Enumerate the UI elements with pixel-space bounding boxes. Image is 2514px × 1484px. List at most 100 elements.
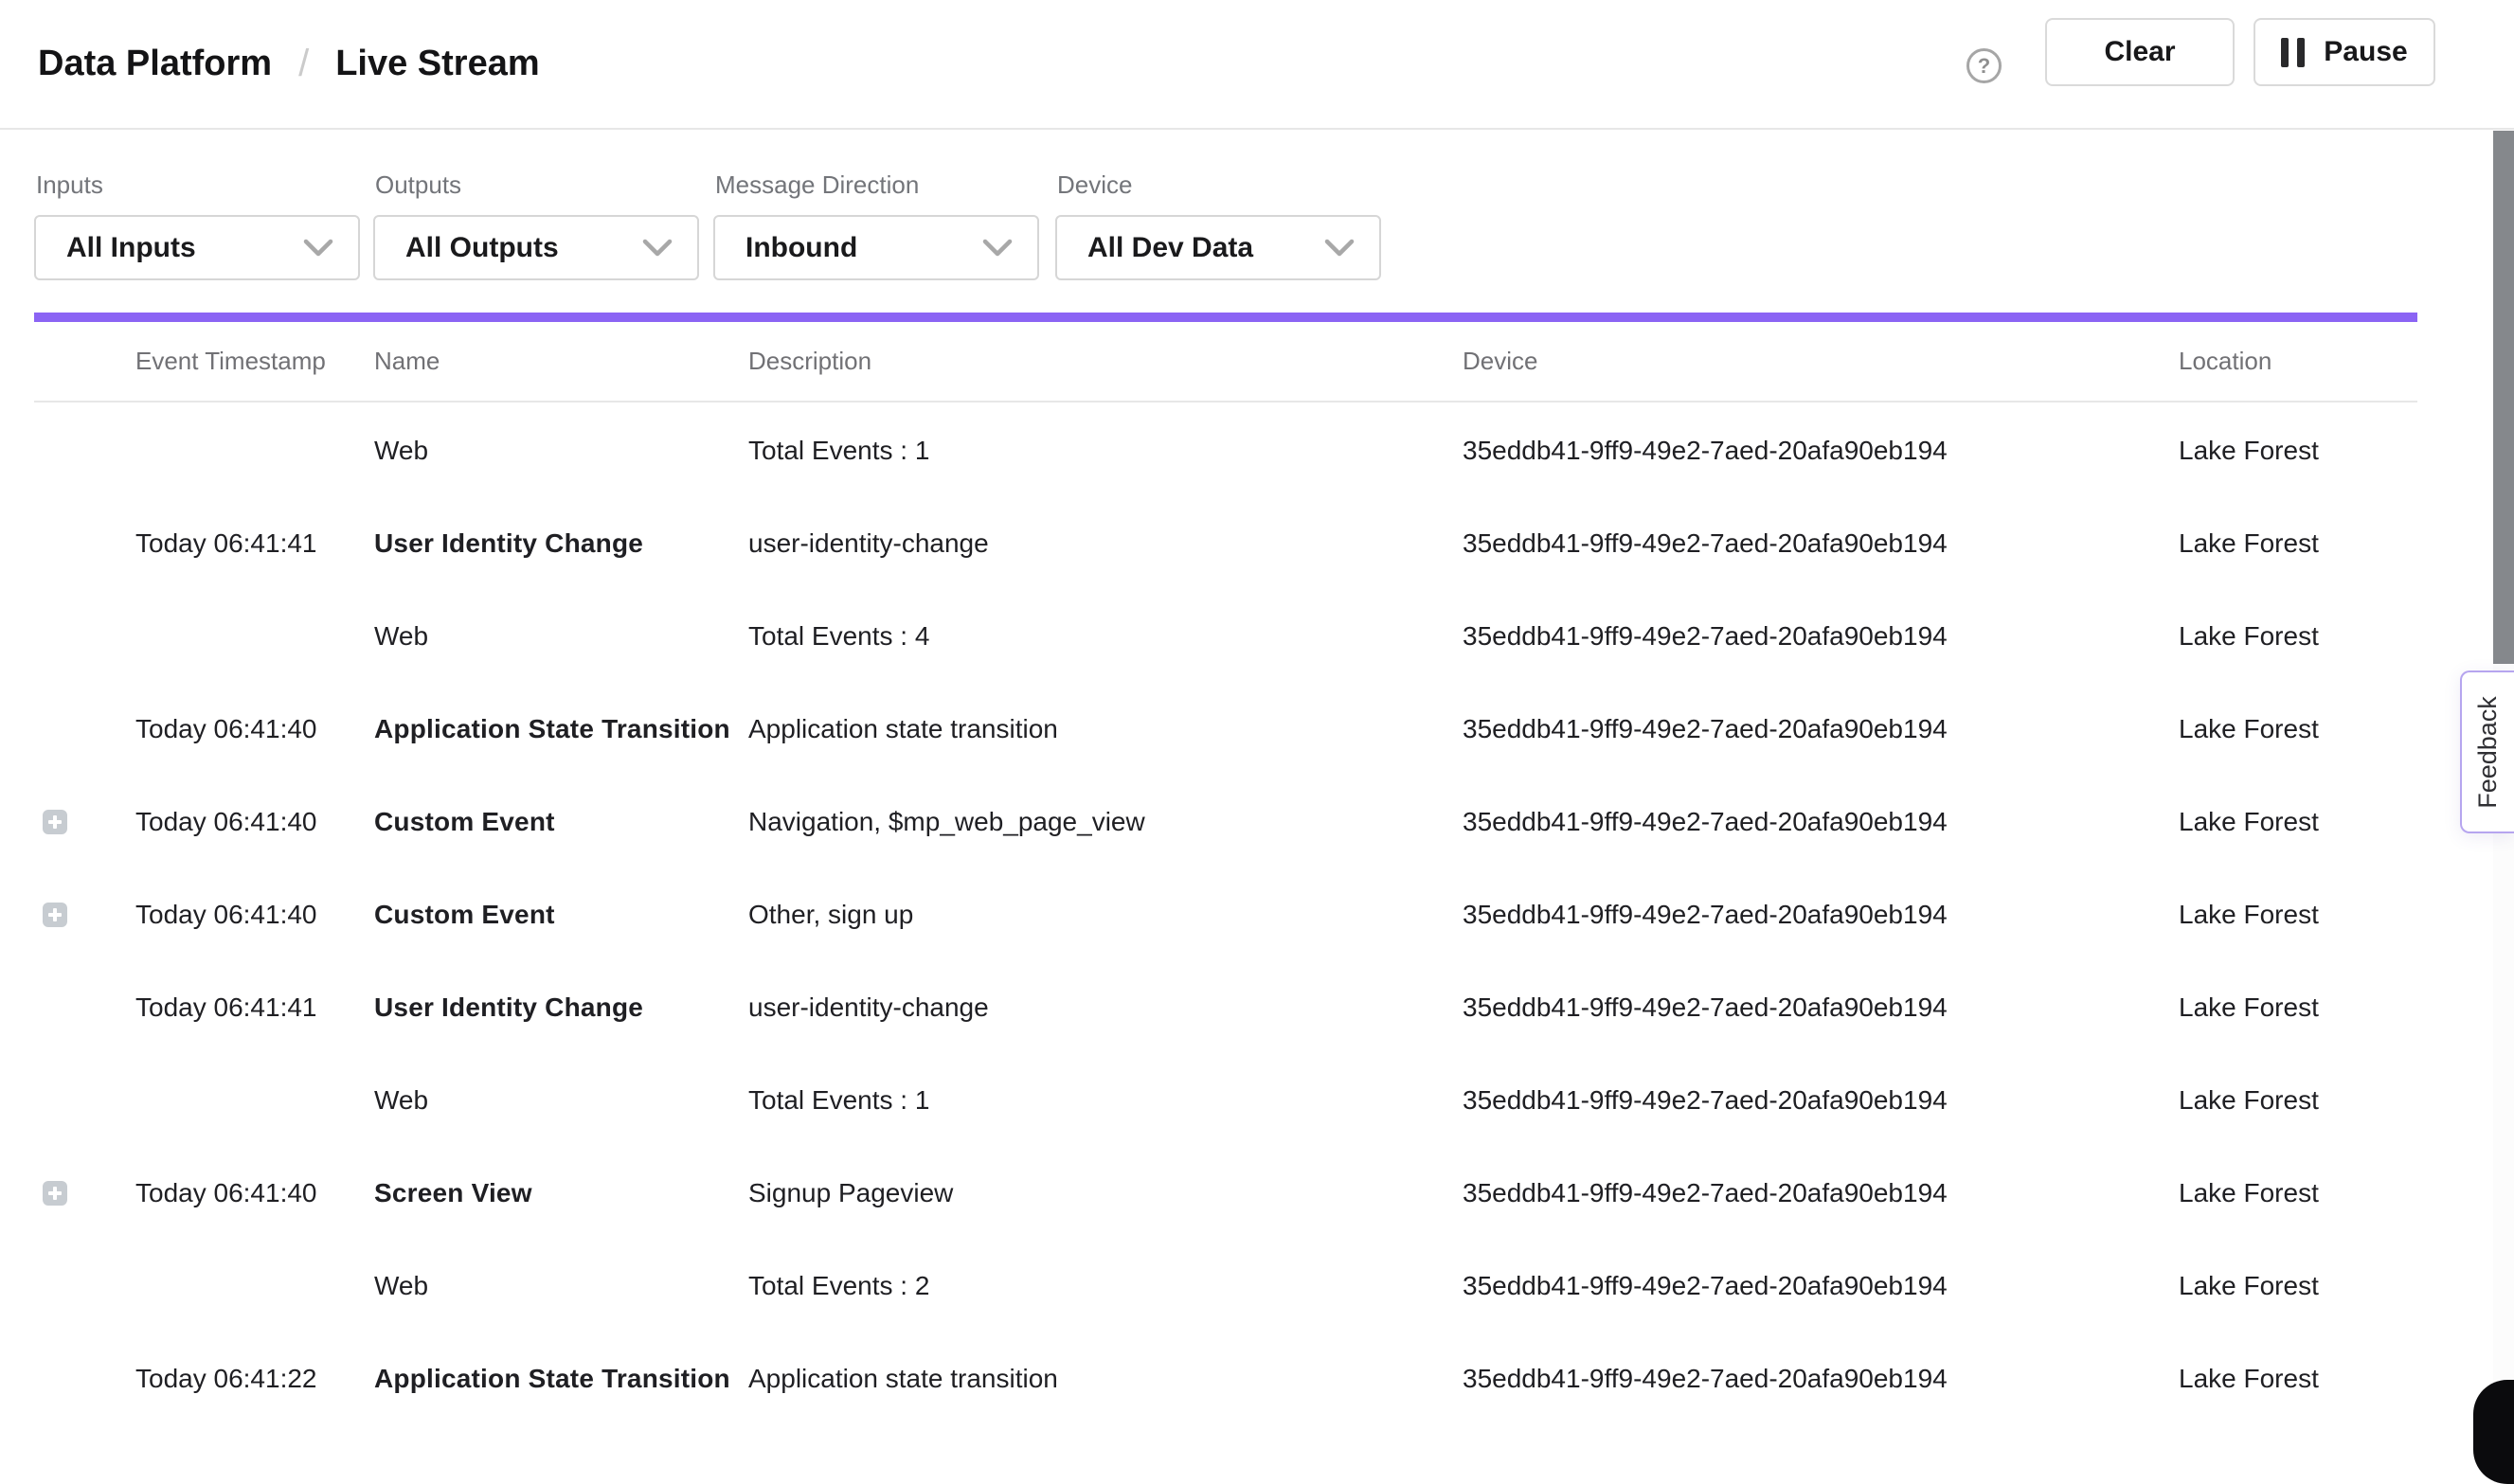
- filter-outputs-value: All Outputs: [405, 232, 642, 264]
- filter-inputs-value: All Inputs: [66, 232, 303, 264]
- cell-device-id: 35eddb41-9ff9-49e2-7aed-20afa90eb194: [1463, 621, 1948, 652]
- filter-message-direction-label: Message Direction: [715, 170, 1039, 200]
- table-row: Today 06:41:40 Screen View Signup Pagevi…: [0, 1147, 2514, 1240]
- filter-device-label: Device: [1057, 170, 1381, 200]
- expand-row-button[interactable]: [43, 1181, 67, 1206]
- filter-device-select[interactable]: All Dev Data: [1055, 215, 1381, 280]
- cell-location: Lake Forest: [2179, 1364, 2319, 1394]
- pause-button-label: Pause: [2324, 36, 2407, 68]
- filter-message-direction: Message Direction Inbound: [713, 170, 1039, 280]
- chevron-down-icon: [1324, 239, 1355, 258]
- breadcrumb-item-live-stream: Live Stream: [335, 44, 539, 84]
- table-row: Today 06:41:40 Application State Transit…: [0, 683, 2514, 776]
- cell-location: Lake Forest: [2179, 436, 2319, 466]
- cell-event-name: Application State Transition: [374, 1364, 730, 1394]
- cell-description: Application state transition: [748, 714, 1058, 744]
- expand-row-button[interactable]: [43, 810, 67, 834]
- cell-device-id: 35eddb41-9ff9-49e2-7aed-20afa90eb194: [1463, 436, 1948, 466]
- cell-location: Lake Forest: [2179, 1178, 2319, 1208]
- cell-event-name: Web: [374, 1271, 428, 1301]
- table-row: Web Total Events : 4 35eddb41-9ff9-49e2-…: [0, 590, 2514, 683]
- breadcrumb-item-data-platform[interactable]: Data Platform: [38, 44, 272, 84]
- breadcrumb-separator: /: [298, 43, 309, 85]
- cell-location: Lake Forest: [2179, 807, 2319, 837]
- cell-event-timestamp: Today 06:41:40: [135, 900, 317, 930]
- filter-message-direction-value: Inbound: [745, 232, 982, 264]
- table-row: Today 06:41:40 Custom Event Navigation, …: [0, 776, 2514, 868]
- cell-event-name: Screen View: [374, 1178, 532, 1208]
- cell-event-name: Custom Event: [374, 900, 555, 930]
- cell-location: Lake Forest: [2179, 1271, 2319, 1301]
- cell-event-timestamp: Today 06:41:22: [135, 1364, 317, 1394]
- question-mark-icon: ?: [1978, 54, 1990, 79]
- cell-event-name: User Identity Change: [374, 528, 643, 559]
- table-row: Today 06:41:41 User Identity Change user…: [0, 961, 2514, 1054]
- cell-event-timestamp: Today 06:41:41: [135, 992, 317, 1023]
- cell-event-timestamp: Today 06:41:40: [135, 807, 317, 837]
- table-row: Web Total Events : 1 35eddb41-9ff9-49e2-…: [0, 1054, 2514, 1147]
- cell-description: user-identity-change: [748, 992, 989, 1023]
- cell-device-id: 35eddb41-9ff9-49e2-7aed-20afa90eb194: [1463, 900, 1948, 930]
- column-header-location: Location: [2179, 346, 2272, 375]
- clear-button-label: Clear: [2104, 36, 2175, 68]
- page-header: Data Platform / Live Stream ? Clear Paus…: [0, 0, 2514, 130]
- cell-device-id: 35eddb41-9ff9-49e2-7aed-20afa90eb194: [1463, 1364, 1948, 1394]
- cell-device-id: 35eddb41-9ff9-49e2-7aed-20afa90eb194: [1463, 1271, 1948, 1301]
- filter-device-value: All Dev Data: [1087, 232, 1324, 264]
- cell-device-id: 35eddb41-9ff9-49e2-7aed-20afa90eb194: [1463, 1085, 1948, 1116]
- expand-row-button[interactable]: [43, 903, 67, 927]
- filter-message-direction-select[interactable]: Inbound: [713, 215, 1039, 280]
- filter-inputs-select[interactable]: All Inputs: [34, 215, 360, 280]
- chevron-down-icon: [303, 239, 333, 258]
- help-button[interactable]: ?: [1966, 48, 2002, 83]
- cell-event-timestamp: Today 06:41:40: [135, 1178, 317, 1208]
- cell-event-timestamp: Today 06:41:40: [135, 714, 317, 744]
- cell-event-name: Web: [374, 1085, 428, 1116]
- cell-location: Lake Forest: [2179, 528, 2319, 559]
- table-row: Today 06:41:22 Application State Transit…: [0, 1332, 2514, 1425]
- cell-description: Total Events : 1: [748, 436, 929, 466]
- cell-device-id: 35eddb41-9ff9-49e2-7aed-20afa90eb194: [1463, 714, 1948, 744]
- table-header-row: Event Timestamp Name Description Device …: [34, 322, 2417, 402]
- column-header-name: Name: [374, 346, 440, 375]
- breadcrumb: Data Platform / Live Stream: [38, 0, 540, 128]
- cell-device-id: 35eddb41-9ff9-49e2-7aed-20afa90eb194: [1463, 528, 1948, 559]
- cell-event-name: Web: [374, 436, 428, 466]
- cell-event-name: Web: [374, 621, 428, 652]
- table-row: Web Total Events : 2 35eddb41-9ff9-49e2-…: [0, 1240, 2514, 1332]
- cell-device-id: 35eddb41-9ff9-49e2-7aed-20afa90eb194: [1463, 807, 1948, 837]
- filter-outputs-label: Outputs: [375, 170, 699, 200]
- table-row: Today 06:41:40 Custom Event Other, sign …: [0, 868, 2514, 961]
- chat-launcher-icon[interactable]: [2473, 1380, 2514, 1484]
- filter-outputs: Outputs All Outputs: [373, 170, 699, 280]
- cell-description: user-identity-change: [748, 528, 989, 559]
- pause-button[interactable]: Pause: [2254, 18, 2435, 86]
- filter-outputs-select[interactable]: All Outputs: [373, 215, 699, 280]
- table-body: Web Total Events : 1 35eddb41-9ff9-49e2-…: [0, 404, 2514, 1425]
- column-header-device: Device: [1463, 346, 1537, 375]
- pause-icon: [2281, 38, 2305, 67]
- column-header-description: Description: [748, 346, 871, 375]
- cell-device-id: 35eddb41-9ff9-49e2-7aed-20afa90eb194: [1463, 1178, 1948, 1208]
- cell-location: Lake Forest: [2179, 714, 2319, 744]
- clear-button[interactable]: Clear: [2045, 18, 2235, 86]
- scrollbar-thumb[interactable]: [2493, 131, 2514, 664]
- cell-event-name: Application State Transition: [374, 714, 730, 744]
- cell-description: Total Events : 4: [748, 621, 929, 652]
- filter-device: Device All Dev Data: [1055, 170, 1381, 280]
- cell-description: Total Events : 2: [748, 1271, 929, 1301]
- feedback-tab[interactable]: Feedback: [2460, 670, 2514, 833]
- table-row: Web Total Events : 1 35eddb41-9ff9-49e2-…: [0, 404, 2514, 497]
- cell-location: Lake Forest: [2179, 992, 2319, 1023]
- cell-event-name: User Identity Change: [374, 992, 643, 1023]
- cell-description: Other, sign up: [748, 900, 913, 930]
- chevron-down-icon: [982, 239, 1013, 258]
- cell-description: Navigation, $mp_web_page_view: [748, 807, 1145, 837]
- feedback-tab-label: Feedback: [2473, 696, 2503, 809]
- chevron-down-icon: [642, 239, 673, 258]
- cell-event-timestamp: Today 06:41:41: [135, 528, 317, 559]
- cell-location: Lake Forest: [2179, 1085, 2319, 1116]
- stream-progress-bar: [34, 313, 2417, 322]
- cell-device-id: 35eddb41-9ff9-49e2-7aed-20afa90eb194: [1463, 992, 1948, 1023]
- filter-inputs-label: Inputs: [36, 170, 360, 200]
